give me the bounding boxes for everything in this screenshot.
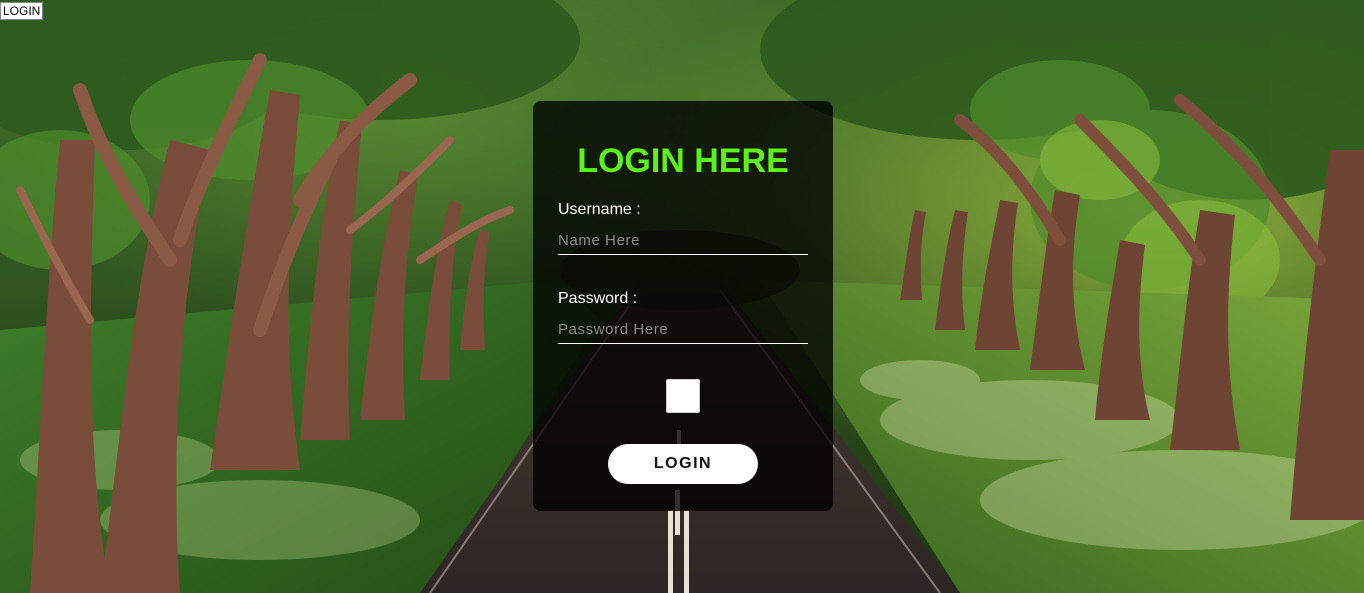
remember-checkbox[interactable] [666, 379, 700, 413]
username-label: Username : [558, 201, 641, 218]
login-button[interactable]: LOGIN [608, 444, 758, 484]
password-input[interactable] [558, 316, 808, 344]
page: LOGIN LOGIN HERE Username : Password : L… [0, 0, 1364, 593]
password-label: Password : [558, 290, 638, 307]
login-panel: LOGIN HERE Username : Password : LOGIN [533, 101, 833, 511]
page-tab-label: LOGIN [0, 2, 44, 20]
username-input[interactable] [558, 227, 808, 255]
login-title: LOGIN HERE [577, 142, 789, 180]
